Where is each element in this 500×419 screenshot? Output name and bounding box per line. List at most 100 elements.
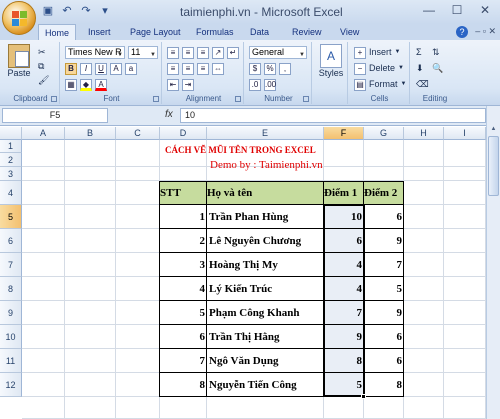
underline-button[interactable]: U (95, 62, 107, 75)
table-header-cell[interactable]: Điểm 2 (364, 181, 404, 205)
close-icon[interactable]: ✕ (476, 2, 494, 18)
name-cell[interactable]: Trần Thị Hằng (207, 325, 324, 349)
column-header-c[interactable]: C (116, 127, 160, 140)
score2-cell[interactable]: 9 (364, 301, 404, 325)
name-cell[interactable]: Phạm Công Khanh (207, 301, 324, 325)
sort-filter-icon[interactable]: ⇅ (432, 46, 440, 59)
table-header-cell[interactable]: Họ và tên (207, 181, 324, 205)
align-right-icon[interactable]: ≡ (197, 62, 209, 75)
stt-cell[interactable]: 2 (160, 229, 207, 253)
autosum-icon[interactable]: Σ (416, 46, 422, 59)
align-bottom-icon[interactable]: ≡ (197, 46, 209, 59)
stt-cell[interactable]: 6 (160, 325, 207, 349)
name-cell[interactable]: Ngô Văn Dụng (207, 349, 324, 373)
table-header-cell[interactable]: STT (160, 181, 207, 205)
tab-home[interactable]: Home (38, 24, 77, 40)
qat-customize-icon[interactable]: ▾ (97, 3, 113, 19)
merge-center-icon[interactable]: ⇔ (212, 62, 224, 75)
maximize-icon[interactable]: ☐ (448, 2, 466, 18)
name-cell[interactable]: Lê Nguyên Chương (207, 229, 324, 253)
stt-cell[interactable]: 4 (160, 277, 207, 301)
score2-cell[interactable]: 6 (364, 349, 404, 373)
tab-page-layout[interactable]: Page Layout (130, 24, 181, 40)
insert-button[interactable]: + Insert ▼ (354, 46, 400, 59)
font-family-select[interactable]: Times New R ▼ (65, 46, 125, 59)
row-header-10[interactable]: 10 (0, 325, 22, 349)
redo-icon[interactable]: ↷ (78, 3, 94, 19)
column-header-a[interactable]: A (22, 127, 65, 140)
name-cell[interactable]: Hoàng Thị My (207, 253, 324, 277)
stt-cell[interactable]: 7 (160, 349, 207, 373)
column-header-d[interactable]: D (160, 127, 207, 140)
row-header-2[interactable]: 2 (0, 153, 22, 167)
align-middle-icon[interactable]: ≡ (182, 46, 194, 59)
row-header-7[interactable]: 7 (0, 253, 22, 277)
font-size-select[interactable]: 11 ▼ (128, 46, 158, 59)
borders-icon[interactable]: ▦ (65, 78, 77, 91)
currency-button[interactable]: $ (249, 62, 261, 75)
grow-font-icon[interactable]: A (110, 62, 122, 75)
fill-handle[interactable] (361, 394, 366, 399)
stt-cell[interactable]: 8 (160, 373, 207, 397)
decrease-decimal-icon[interactable]: .00 (264, 78, 276, 91)
styles-button[interactable]: A Styles (317, 44, 345, 78)
scroll-thumb[interactable] (488, 136, 499, 196)
percent-button[interactable]: % (264, 62, 276, 75)
row-header-11[interactable]: 11 (0, 349, 22, 373)
fill-icon[interactable]: ⬇ (416, 62, 424, 75)
row-header-9[interactable]: 9 (0, 301, 22, 325)
number-launcher-icon[interactable] (303, 96, 309, 102)
italic-button[interactable]: I (80, 62, 92, 75)
score2-cell[interactable]: 9 (364, 229, 404, 253)
tab-review[interactable]: Review (292, 24, 322, 40)
tab-insert[interactable]: Insert (88, 24, 111, 40)
align-top-icon[interactable]: ≡ (167, 46, 179, 59)
stt-cell[interactable]: 3 (160, 253, 207, 277)
row-header-12[interactable]: 12 (0, 373, 22, 397)
scroll-up-icon[interactable]: ▲ (488, 124, 499, 135)
row-header-4[interactable]: 4 (0, 181, 22, 205)
shrink-font-icon[interactable]: a (125, 62, 137, 75)
copy-icon[interactable]: ⧉ (38, 60, 44, 73)
document-window-controls[interactable]: – ▫ ✕ (475, 26, 496, 37)
name-cell[interactable]: Trần Phan Hùng (207, 205, 324, 229)
fx-icon[interactable]: fx (165, 109, 173, 120)
name-box[interactable]: F5 (2, 108, 108, 123)
number-format-select[interactable]: General ▼ (249, 46, 307, 59)
minimize-icon[interactable]: — (420, 2, 438, 18)
tab-formulas[interactable]: Formulas (196, 24, 234, 40)
table-header-cell[interactable]: Điểm 1 (324, 181, 364, 205)
name-cell[interactable]: Nguyễn Tiến Công (207, 373, 324, 397)
column-header-e[interactable]: E (207, 127, 324, 140)
decrease-indent-icon[interactable]: ⇤ (167, 78, 179, 91)
column-header-g[interactable]: G (364, 127, 404, 140)
font-launcher-icon[interactable] (153, 96, 159, 102)
column-header-b[interactable]: B (65, 127, 116, 140)
score2-cell[interactable]: 7 (364, 253, 404, 277)
align-center-icon[interactable]: ≡ (182, 62, 194, 75)
name-cell[interactable]: Lý Kiến Trúc (207, 277, 324, 301)
increase-indent-icon[interactable]: ⇥ (182, 78, 194, 91)
paste-button[interactable]: Paste (6, 44, 32, 78)
score2-cell[interactable]: 6 (364, 205, 404, 229)
score2-cell[interactable]: 8 (364, 373, 404, 397)
comma-button[interactable]: , (279, 62, 291, 75)
select-all-corner[interactable] (0, 127, 22, 140)
row-header-8[interactable]: 8 (0, 277, 22, 301)
stt-cell[interactable]: 5 (160, 301, 207, 325)
vertical-scrollbar[interactable]: ▲ (486, 106, 500, 419)
alignment-launcher-icon[interactable] (235, 96, 241, 102)
font-color-icon[interactable]: A (95, 78, 107, 91)
find-select-icon[interactable]: 🔍 (432, 62, 443, 75)
format-button[interactable]: ▤ Format ▼ (354, 78, 406, 91)
score2-cell[interactable]: 5 (364, 277, 404, 301)
bold-button[interactable]: B (65, 62, 77, 75)
row-header-1[interactable]: 1 (0, 140, 22, 153)
office-button[interactable] (2, 1, 36, 35)
clear-icon[interactable]: ⌫ (416, 78, 429, 91)
column-header-f[interactable]: F (324, 127, 364, 140)
align-left-icon[interactable]: ≡ (167, 62, 179, 75)
delete-button[interactable]: − Delete ▼ (354, 62, 404, 75)
help-icon[interactable]: ? (456, 26, 468, 38)
fill-color-icon[interactable]: ◆ (80, 78, 92, 91)
